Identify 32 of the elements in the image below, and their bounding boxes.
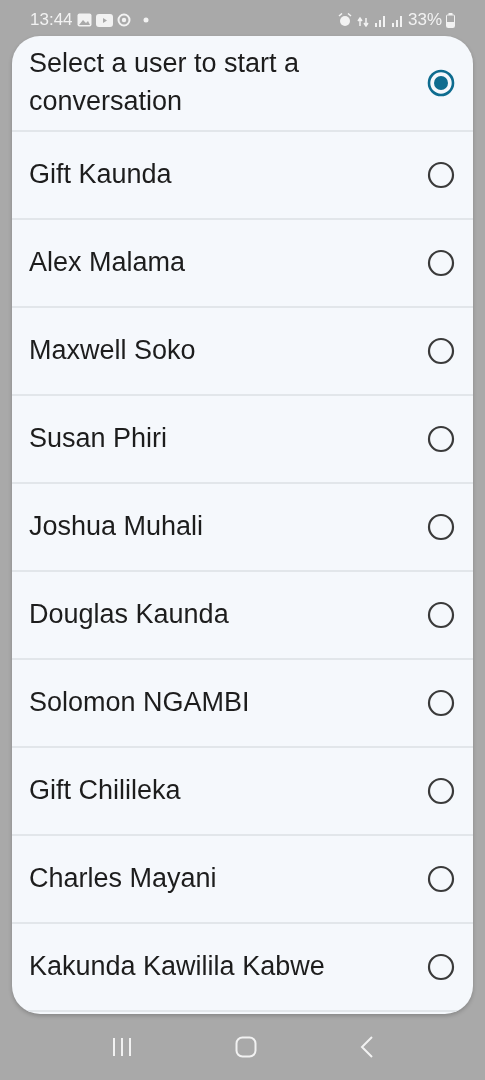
radio-button[interactable]	[427, 953, 455, 981]
radio-button[interactable]	[427, 337, 455, 365]
option-label[interactable]: Gift Chilileka	[29, 772, 181, 810]
option-label[interactable]: Solomon NGAMBI	[29, 684, 250, 722]
option-label[interactable]: Charles Mayani	[29, 860, 217, 898]
alarm-icon	[337, 13, 352, 27]
option-label[interactable]: Kakunda Kawilila Kabwe	[29, 948, 325, 986]
radio-button[interactable]	[427, 249, 455, 277]
signal-icon	[390, 13, 404, 27]
option-label[interactable]: Gift Kaunda	[29, 156, 172, 194]
option-label[interactable]: Alex Malama	[29, 244, 186, 282]
radio-button[interactable]	[427, 689, 455, 717]
radio-button[interactable]	[427, 425, 455, 453]
image-icon	[76, 13, 92, 27]
radio-button[interactable]	[427, 601, 455, 629]
radio-button[interactable]	[427, 777, 455, 805]
radio-button[interactable]	[427, 161, 455, 189]
option-label[interactable]: Select a user to start a conversation	[29, 45, 389, 121]
option-label[interactable]: Susan Phiri	[29, 420, 168, 458]
option-label[interactable]: Joshua Muhali	[29, 508, 204, 546]
radio-button[interactable]	[427, 865, 455, 893]
radio-button[interactable]	[427, 513, 455, 541]
battery-icon	[446, 12, 455, 28]
status-time: 13:44	[30, 9, 73, 32]
radio-button[interactable]	[427, 69, 455, 97]
signal-icon	[373, 13, 387, 27]
circle-icon	[116, 13, 131, 27]
option-label[interactable]: Maxwell Soko	[29, 332, 196, 370]
option-label[interactable]: Douglas Kaunda	[29, 596, 229, 634]
dot-icon	[142, 17, 149, 23]
video-icon	[95, 13, 113, 27]
battery-percentage: 33%	[407, 9, 442, 32]
